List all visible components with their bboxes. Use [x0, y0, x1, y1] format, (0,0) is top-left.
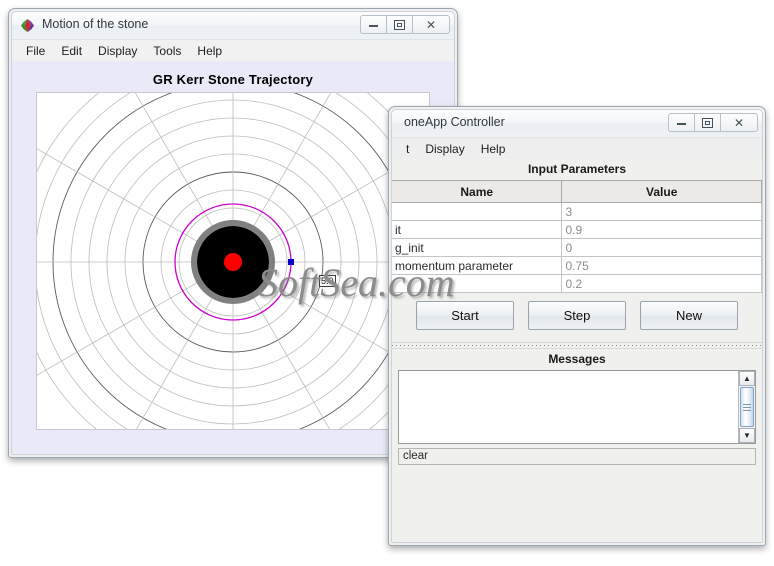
messages-scrollbar[interactable]: ▲ ▼: [738, 371, 755, 443]
controller-window-menubar: t Display Help: [392, 138, 762, 160]
table-header-row: Name Value: [392, 180, 762, 203]
minimize-icon: [369, 22, 378, 27]
param-value-cell[interactable]: 0.2: [561, 274, 762, 293]
column-header-value: Value: [561, 180, 762, 203]
close-icon: ✕: [733, 115, 745, 130]
plot-window-title: Motion of the stone: [42, 17, 149, 31]
table-row[interactable]: g_init 0: [392, 238, 762, 257]
controller-window-inner: oneApp Controller ✕ t Display Help Input…: [391, 109, 763, 543]
close-button[interactable]: ✕: [412, 15, 450, 34]
maximize-button[interactable]: [386, 15, 413, 34]
messages-label: Messages: [548, 352, 606, 366]
scroll-down-button[interactable]: ▼: [739, 428, 755, 443]
table-row[interactable]: 3: [392, 202, 762, 221]
param-name-cell[interactable]: g_init: [392, 238, 563, 257]
input-parameters-table[interactable]: Name Value 3 it 0.9 g_init 0 momentum paramet…: [392, 180, 762, 293]
maximize-button[interactable]: [694, 113, 721, 132]
panel-splitter[interactable]: [392, 342, 762, 349]
scrollbar-grip-icon: [743, 402, 751, 413]
close-button[interactable]: ✕: [720, 113, 758, 132]
minimize-icon: [677, 120, 686, 125]
table-row[interactable]: 0.2: [392, 274, 762, 293]
ejs-diamond-icon: [20, 18, 35, 33]
param-name-cell[interactable]: [392, 274, 563, 293]
table-body: 3 it 0.9 g_init 0 momentum parameter 0.75 0.2: [392, 202, 762, 293]
param-value-cell[interactable]: 0.9: [561, 220, 762, 239]
plot-window-controls: ✕: [360, 15, 450, 34]
controller-body: Input Parameters Name Value 3 it 0.9 g_init…: [392, 159, 762, 542]
close-icon: ✕: [425, 17, 437, 32]
plot-window-menubar: File Edit Display Tools Help: [12, 40, 454, 62]
polar-plot-canvas[interactable]: 5.0 10: [36, 92, 430, 430]
clear-field[interactable]: clear: [398, 448, 756, 465]
menu-help[interactable]: Help: [189, 42, 230, 60]
chart-title: GR Kerr Stone Trajectory: [152, 72, 314, 87]
scroll-up-button[interactable]: ▲: [739, 371, 755, 386]
plot-window-titlebar[interactable]: Motion of the stone ✕: [12, 12, 454, 40]
maximize-icon: [394, 19, 405, 30]
start-button[interactable]: Start: [416, 301, 514, 330]
table-row[interactable]: it 0.9: [392, 220, 762, 239]
menu-display[interactable]: Display: [90, 42, 145, 60]
scrollbar-thumb[interactable]: [740, 386, 754, 428]
menu-help[interactable]: Help: [473, 140, 514, 158]
singularity-marker: [224, 253, 242, 271]
menu-edit-partial[interactable]: t: [398, 140, 417, 158]
radial-tick-label-5: 5.0: [319, 275, 336, 287]
param-name-cell[interactable]: momentum parameter: [392, 256, 563, 275]
param-name-cell[interactable]: [392, 202, 563, 221]
column-header-name: Name: [392, 180, 563, 203]
polar-plot-svg: [37, 93, 429, 429]
param-value-cell[interactable]: 0: [561, 238, 762, 257]
new-button[interactable]: New: [640, 301, 738, 330]
maximize-icon: [702, 117, 713, 128]
param-value-cell[interactable]: 3: [561, 202, 762, 221]
step-button[interactable]: Step: [528, 301, 626, 330]
screenshot-root: Motion of the stone ✕ File Edit Display …: [0, 0, 774, 566]
action-button-row: Start Step New: [392, 293, 762, 330]
controller-window-titlebar[interactable]: oneApp Controller ✕: [392, 110, 762, 138]
menu-display[interactable]: Display: [417, 140, 472, 158]
minimize-button[interactable]: [668, 113, 695, 132]
menu-tools[interactable]: Tools: [145, 42, 189, 60]
controller-window-title: oneApp Controller: [404, 115, 505, 129]
messages-text: [399, 371, 755, 377]
controller-window[interactable]: oneApp Controller ✕ t Display Help Input…: [388, 106, 766, 546]
messages-textarea[interactable]: ▲ ▼: [398, 370, 756, 444]
controller-window-controls: ✕: [668, 113, 758, 132]
stone-marker: [288, 259, 294, 265]
param-value-cell[interactable]: 0.75: [561, 256, 762, 275]
menu-edit[interactable]: Edit: [53, 42, 90, 60]
input-parameters-label: Input Parameters: [527, 162, 627, 176]
menu-file[interactable]: File: [18, 42, 53, 60]
param-name-cell[interactable]: it: [392, 220, 563, 239]
table-row[interactable]: momentum parameter 0.75: [392, 256, 762, 275]
minimize-button[interactable]: [360, 15, 387, 34]
